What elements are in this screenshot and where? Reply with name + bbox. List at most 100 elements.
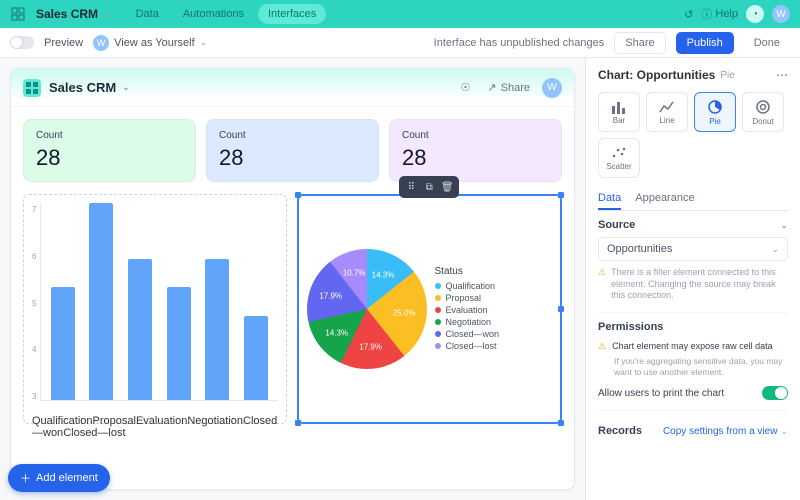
base-name-text: Sales CRM bbox=[36, 7, 98, 21]
duplicate-button[interactable]: ⧉ bbox=[421, 179, 437, 195]
chevron-down-icon: ⌄ bbox=[122, 82, 130, 93]
stat-value: 28 bbox=[36, 145, 183, 171]
preview-label: Preview bbox=[44, 37, 83, 49]
legend-label: Qualification bbox=[446, 281, 496, 291]
page-share-button[interactable]: ↗ Share bbox=[483, 81, 534, 94]
plus-icon: ＋ bbox=[20, 470, 31, 486]
resize-handle[interactable] bbox=[558, 306, 564, 312]
stat-value: 28 bbox=[402, 145, 549, 171]
resize-handle[interactable] bbox=[558, 420, 564, 426]
add-element-label: Add element bbox=[36, 472, 98, 484]
bar-yaxis: 76543 bbox=[32, 203, 40, 415]
panel-tab-appearance[interactable]: Appearance bbox=[635, 188, 694, 210]
legend-swatch bbox=[435, 343, 441, 349]
resize-handle[interactable] bbox=[295, 192, 301, 198]
chart-type-pie[interactable]: Pie bbox=[694, 92, 736, 132]
chevron-down-icon: ⌄ bbox=[780, 426, 788, 437]
scatter-icon bbox=[611, 146, 627, 160]
stat-card[interactable]: Count28 bbox=[23, 119, 196, 182]
history-icon[interactable]: ↺ bbox=[684, 8, 693, 21]
tab-data[interactable]: Data bbox=[126, 4, 169, 24]
chevron-down-icon: ⌄ bbox=[102, 9, 110, 20]
chart-type-bar[interactable]: Bar bbox=[598, 92, 640, 132]
page-title-button[interactable]: Sales CRM ⌄ bbox=[49, 80, 130, 95]
allow-print-label: Allow users to print the chart bbox=[598, 388, 724, 399]
panel-tabs: Data Appearance bbox=[598, 188, 788, 211]
resize-handle[interactable] bbox=[295, 420, 301, 426]
design-canvas[interactable]: Sales CRM ⌄ ☉ ↗ Share W Count28Count28Co… bbox=[0, 58, 585, 500]
bar-chart-element[interactable]: 76543 QualificationProposalEvaluationNeg… bbox=[23, 194, 287, 424]
permissions-warning-title: Chart element may expose raw cell data bbox=[612, 341, 773, 352]
resize-handle[interactable] bbox=[558, 192, 564, 198]
help-link[interactable]: ⓘ Help bbox=[701, 6, 738, 22]
source-warning-text: There is a filter element connected to t… bbox=[611, 267, 788, 302]
panel-title-text: Chart: Opportunities bbox=[598, 68, 715, 82]
permissions-section: Permissions ⚠ Chart element may expose r… bbox=[598, 321, 788, 400]
bar-plot bbox=[40, 203, 277, 401]
legend-label: Closed—lost bbox=[446, 341, 497, 351]
stat-value: 28 bbox=[219, 145, 366, 171]
view-as-label: View as Yourself bbox=[114, 37, 195, 49]
legend-label: Proposal bbox=[446, 293, 482, 303]
legend-swatch bbox=[435, 331, 441, 337]
stat-label: Count bbox=[219, 130, 366, 141]
pie-slice-label: 17.9% bbox=[319, 292, 342, 301]
bar bbox=[244, 316, 268, 400]
panel-tab-data[interactable]: Data bbox=[598, 188, 621, 210]
done-button[interactable]: Done bbox=[744, 33, 790, 53]
pie-icon bbox=[707, 99, 723, 115]
warning-icon: ⚠ bbox=[598, 267, 606, 302]
permissions-warning: ⚠ Chart element may expose raw cell data bbox=[598, 341, 788, 352]
legend-item: Qualification bbox=[435, 281, 553, 291]
stat-card[interactable]: Count28 bbox=[389, 119, 562, 182]
base-name[interactable]: Sales CRM ⌄ bbox=[36, 7, 110, 21]
chart-type-label: Line bbox=[659, 116, 674, 125]
legend-swatch bbox=[435, 283, 441, 289]
publish-button[interactable]: Publish bbox=[676, 32, 734, 54]
stat-card[interactable]: Count 28 bbox=[206, 119, 379, 182]
legend-item: Closed—won bbox=[435, 329, 553, 339]
user-avatar[interactable]: W bbox=[772, 5, 790, 23]
warning-icon: ⚠ bbox=[598, 341, 606, 352]
notification-icon[interactable]: ☉ bbox=[455, 78, 475, 98]
chart-type-scatter[interactable]: Scatter bbox=[598, 138, 640, 178]
view-as-button[interactable]: W View as Yourself ⌄ bbox=[93, 35, 207, 51]
chart-type-line[interactable]: Line bbox=[646, 92, 688, 132]
view-as-avatar: W bbox=[93, 35, 109, 51]
source-select[interactable]: Opportunities ⌄ bbox=[598, 237, 788, 261]
legend-label: Evaluation bbox=[446, 305, 488, 315]
add-element-button[interactable]: ＋ Add element bbox=[8, 464, 110, 492]
records-heading: Records bbox=[598, 425, 642, 437]
pie-slice-label: 17.9% bbox=[359, 342, 382, 351]
tab-automations[interactable]: Automations bbox=[173, 4, 254, 24]
drag-handle-icon[interactable]: ⠿ bbox=[403, 179, 419, 195]
legend-item: Negotiation bbox=[435, 317, 553, 327]
legend-item: Evaluation bbox=[435, 305, 553, 315]
preview-toggle[interactable] bbox=[10, 36, 34, 49]
panel-more-button[interactable]: ⋯ bbox=[776, 68, 788, 82]
pie-chart-element[interactable]: ⠿ ⧉ 🗑 14.3%25.0%17.9%14.3%17.9%10.7% bbox=[297, 194, 563, 424]
stat-row: Count28Count28Count28 bbox=[23, 119, 562, 182]
chart-type-label: Donut bbox=[752, 117, 773, 126]
delete-button[interactable]: 🗑 bbox=[439, 179, 455, 195]
source-warning: ⚠ There is a filter element connected to… bbox=[598, 267, 788, 302]
notification-button[interactable]: ◔ bbox=[746, 5, 764, 23]
chart-type-donut[interactable]: Donut bbox=[742, 92, 784, 132]
page-avatar[interactable]: W bbox=[542, 78, 562, 98]
copy-settings-link[interactable]: Copy settings from a view ⌄ bbox=[663, 426, 788, 437]
bar bbox=[205, 259, 229, 400]
pie-chart: 14.3%25.0%17.9%14.3%17.9%10.7% bbox=[307, 249, 427, 369]
records-section: Records Copy settings from a view ⌄ bbox=[598, 419, 788, 437]
page-title: Sales CRM bbox=[49, 80, 116, 95]
pie-slice-label: 14.3% bbox=[372, 270, 395, 279]
tab-interfaces[interactable]: Interfaces bbox=[258, 4, 326, 24]
chart-type-label: Bar bbox=[613, 116, 625, 125]
share-button[interactable]: Share bbox=[614, 32, 665, 54]
chevron-down-icon: ⌄ bbox=[200, 37, 208, 48]
source-heading-text: Source bbox=[598, 219, 635, 231]
legend-label: Closed—won bbox=[446, 329, 500, 339]
panel-title: Chart: Opportunities Pie ⋯ bbox=[598, 68, 788, 82]
pie-slice-label: 10.7% bbox=[343, 269, 366, 278]
allow-print-toggle[interactable] bbox=[762, 386, 788, 400]
source-heading[interactable]: Source ⌄ bbox=[598, 219, 788, 231]
